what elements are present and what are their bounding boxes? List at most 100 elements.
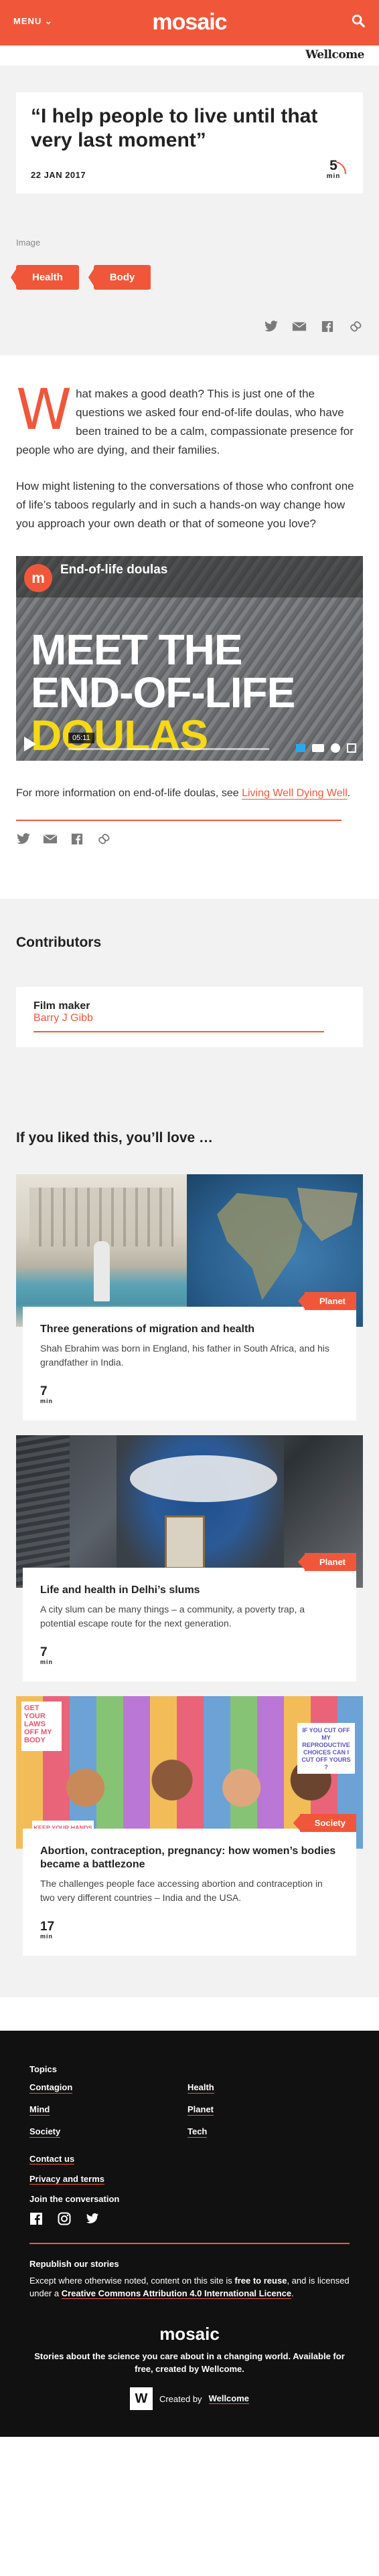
video-headline-line1: MEET THE	[31, 626, 243, 674]
video-player[interactable]: m End-of-life doulas MEET THE END-OF-LIF…	[16, 556, 363, 761]
article-hero: “I help people to live until that very l…	[0, 66, 379, 228]
facebook-icon[interactable]	[320, 320, 335, 333]
footer-logo[interactable]: mosaic	[29, 2324, 350, 2344]
contributors-heading: Contributors	[16, 935, 102, 950]
wellcome-link[interactable]: Wellcome	[208, 2393, 250, 2404]
republish-text-3: .	[291, 2288, 294, 2298]
captions-icon[interactable]	[312, 744, 324, 752]
related-card[interactable]: Planet Three generations of migration an…	[16, 1174, 363, 1420]
related-read-time: 7 min	[40, 1385, 67, 1404]
related-title[interactable]: Three generations of migration and healt…	[40, 1323, 339, 1336]
related-title[interactable]: Abortion, contraception, pregnancy: how …	[40, 1845, 339, 1871]
lead-paragraph: What makes a good death? This is just on…	[16, 377, 363, 460]
living-well-dying-well-link[interactable]: Living Well Dying Well	[242, 788, 348, 800]
related-tag[interactable]: Planet	[304, 1292, 356, 1310]
more-info-paragraph: For more information on end-of-life doul…	[16, 785, 363, 802]
related-summary: The challenges people face accessing abo…	[40, 1878, 323, 1903]
site-logo[interactable]: mosaic	[0, 9, 379, 35]
topic-link-planet[interactable]: Planet	[187, 2104, 214, 2116]
topic-link-contagion[interactable]: Contagion	[29, 2082, 73, 2094]
email-icon[interactable]	[43, 833, 58, 845]
contributor-role: Film maker	[33, 1000, 90, 1012]
facebook-icon[interactable]	[70, 833, 84, 845]
license-link[interactable]: Creative Commons Attribution 4.0 Interna…	[61, 2288, 292, 2299]
republish-section: Republish our stories Except where other…	[29, 2259, 350, 2300]
topic-link-society[interactable]: Society	[29, 2126, 61, 2138]
article-date: 22 JAN 2017	[31, 170, 86, 180]
link-icon[interactable]	[348, 320, 363, 333]
read-time-number: 7	[40, 1645, 48, 1659]
contributor-name[interactable]: Barry J Gibb	[33, 1012, 93, 1024]
footer-brand: mosaic Stories about the science you car…	[29, 2324, 350, 2410]
contributor-underline	[33, 1031, 324, 1032]
privacy-link[interactable]: Privacy and terms	[29, 2174, 105, 2185]
topic-link-health[interactable]: Health	[187, 2082, 214, 2094]
twitter-icon[interactable]	[264, 320, 279, 333]
tag-list: Health Body	[0, 248, 379, 300]
facebook-icon[interactable]	[29, 2212, 43, 2225]
related-summary: A city slum can be many things – a commu…	[40, 1604, 305, 1629]
related-title[interactable]: Life and health in Delhi’s slums	[40, 1584, 339, 1597]
related-read-time: 17 min	[40, 1920, 67, 1940]
wellcome-logo[interactable]: Wellcome	[305, 48, 364, 62]
related-card[interactable]: GET YOUR LAWS OFF MY BODY KEEP YOUR HAND…	[16, 1696, 363, 1956]
share-bar-bottom	[16, 821, 363, 845]
drop-cap: W	[16, 377, 72, 442]
body-paragraph: How might listening to the conversations…	[16, 480, 354, 530]
twitter-icon[interactable]	[16, 833, 31, 845]
video-progress-bar[interactable]	[68, 748, 269, 750]
fullscreen-icon[interactable]	[347, 743, 356, 753]
read-time-label: min	[40, 1398, 54, 1404]
email-icon[interactable]	[292, 320, 307, 333]
channel-avatar[interactable]: m	[24, 564, 52, 592]
search-icon[interactable]	[351, 13, 366, 28]
video-controls: 05:11	[16, 729, 363, 761]
article-body: What makes a good death? This is just on…	[0, 355, 379, 845]
video-timestamp: 05:11	[68, 733, 94, 743]
site-footer: Topics Contagion Health Mind Planet Soci…	[0, 2031, 379, 2437]
related-tag[interactable]: Society	[299, 1814, 356, 1832]
related-card[interactable]: Planet Life and health in Delhi’s slums …	[16, 1435, 363, 1681]
topics-heading: Topics	[29, 2064, 57, 2074]
tag-body[interactable]: Body	[93, 265, 151, 290]
topic-link-tech[interactable]: Tech	[187, 2126, 208, 2138]
more-info-suffix: .	[347, 788, 351, 799]
topic-link-mind[interactable]: Mind	[29, 2104, 50, 2116]
tag-health[interactable]: Health	[16, 265, 79, 290]
image-caption: Image	[0, 228, 379, 248]
top-bar: MENU ⌄ mosaic	[0, 0, 379, 45]
read-time: 5 min	[319, 159, 348, 180]
created-by: W Created by Wellcome	[29, 2387, 350, 2410]
read-time-label: min	[40, 1659, 54, 1665]
republish-text-1: Except where otherwise noted, content on…	[29, 2276, 235, 2286]
contact-link[interactable]: Contact us	[29, 2154, 75, 2165]
poster-get-your-laws: GET YOUR LAWS OFF MY BODY	[21, 1701, 62, 1751]
poster-reproductive-choices: IF YOU CUT OFF MY REPRODUCTIVE CHOICES C…	[297, 1723, 355, 1774]
video-title[interactable]: End-of-life doulas	[60, 563, 167, 577]
more-info-text: For more information on end-of-life doul…	[16, 788, 242, 799]
republish-heading: Republish our stories	[29, 2259, 119, 2269]
topics-list: Contagion Health Mind Planet Society Tec…	[29, 2082, 350, 2138]
instagram-icon[interactable]	[58, 2212, 71, 2225]
footer-tagline: Stories about the science you care about…	[34, 2351, 345, 2374]
twitter-icon[interactable]	[86, 2212, 99, 2225]
play-icon[interactable]	[24, 737, 36, 751]
link-icon[interactable]	[96, 833, 111, 845]
join-heading: Join the conversation	[29, 2194, 120, 2204]
volume-icon[interactable]	[296, 744, 305, 752]
title-card: “I help people to live until that very l…	[16, 92, 363, 193]
related-summary: Shah Ebrahim was born in England, his fa…	[40, 1343, 329, 1368]
settings-icon[interactable]	[331, 743, 340, 753]
related-tag[interactable]: Planet	[304, 1553, 356, 1571]
created-by-label: Created by	[159, 2393, 202, 2404]
related-section: If you liked this, you’ll love … Planet …	[0, 1087, 379, 1997]
share-bar	[0, 300, 379, 355]
read-time-arc-icon	[335, 161, 347, 175]
contributors-section: Contributors Film maker Barry J Gibb	[0, 899, 379, 1087]
related-heading: If you liked this, you’ll love …	[16, 1130, 214, 1145]
video-headline-line2: END-OF-LIFE	[31, 668, 295, 717]
social-links	[29, 2212, 350, 2225]
wellcome-w-logo[interactable]: W	[129, 2387, 153, 2410]
republish-free: free to reuse	[234, 2276, 287, 2286]
footer-divider	[29, 2243, 350, 2244]
